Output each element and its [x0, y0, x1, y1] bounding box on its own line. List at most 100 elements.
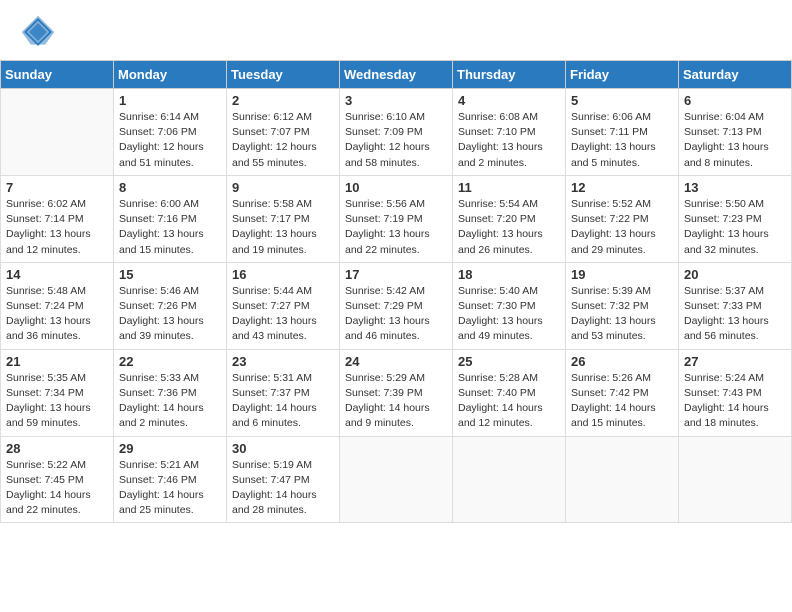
- day-number: 2: [232, 93, 334, 108]
- day-number: 25: [458, 354, 560, 369]
- logo-icon: [20, 14, 56, 50]
- weekday-header-thursday: Thursday: [453, 61, 566, 89]
- week-row-2: 7 Sunrise: 6:02 AM Sunset: 7:14 PM Daylig…: [1, 175, 792, 262]
- calendar-cell: 23 Sunrise: 5:31 AM Sunset: 7:37 PM Dayli…: [227, 349, 340, 436]
- day-number: 13: [684, 180, 786, 195]
- calendar-cell: 26 Sunrise: 5:26 AM Sunset: 7:42 PM Dayli…: [566, 349, 679, 436]
- day-number: 26: [571, 354, 673, 369]
- calendar-cell: 9 Sunrise: 5:58 AM Sunset: 7:17 PM Daylig…: [227, 175, 340, 262]
- day-number: 23: [232, 354, 334, 369]
- calendar-cell: 4 Sunrise: 6:08 AM Sunset: 7:10 PM Daylig…: [453, 89, 566, 176]
- day-info: Sunrise: 5:21 AM Sunset: 7:46 PM Dayligh…: [119, 458, 221, 519]
- calendar-cell: 7 Sunrise: 6:02 AM Sunset: 7:14 PM Daylig…: [1, 175, 114, 262]
- calendar-cell: 22 Sunrise: 5:33 AM Sunset: 7:36 PM Dayli…: [114, 349, 227, 436]
- day-info: Sunrise: 6:10 AM Sunset: 7:09 PM Dayligh…: [345, 110, 447, 171]
- day-info: Sunrise: 5:56 AM Sunset: 7:19 PM Dayligh…: [345, 197, 447, 258]
- calendar-cell: 27Sunrise: 5:24 AM Sunset: 7:43 PM Dayli…: [679, 349, 792, 436]
- page-header: [0, 0, 792, 56]
- day-info: Sunrise: 5:40 AM Sunset: 7:30 PM Dayligh…: [458, 284, 560, 345]
- week-row-3: 14 Sunrise: 5:48 AM Sunset: 7:24 PM Dayli…: [1, 262, 792, 349]
- day-number: 4: [458, 93, 560, 108]
- calendar-cell: 14 Sunrise: 5:48 AM Sunset: 7:24 PM Dayli…: [1, 262, 114, 349]
- calendar-cell: 11 Sunrise: 5:54 AM Sunset: 7:20 PM Dayli…: [453, 175, 566, 262]
- calendar-cell: 5 Sunrise: 6:06 AM Sunset: 7:11 PM Daylig…: [566, 89, 679, 176]
- day-number: 12: [571, 180, 673, 195]
- day-info: Sunrise: 5:48 AM Sunset: 7:24 PM Dayligh…: [6, 284, 108, 345]
- calendar-cell: 12 Sunrise: 5:52 AM Sunset: 7:22 PM Dayli…: [566, 175, 679, 262]
- calendar-cell: 18 Sunrise: 5:40 AM Sunset: 7:30 PM Dayli…: [453, 262, 566, 349]
- logo: [20, 14, 60, 50]
- day-number: 7: [6, 180, 108, 195]
- day-info: Sunrise: 5:37 AM Sunset: 7:33 PM Dayligh…: [684, 284, 786, 345]
- day-info: Sunrise: 6:06 AM Sunset: 7:11 PM Dayligh…: [571, 110, 673, 171]
- weekday-header-monday: Monday: [114, 61, 227, 89]
- calendar-cell: 21Sunrise: 5:35 AM Sunset: 7:34 PM Dayli…: [1, 349, 114, 436]
- calendar-cell: 3 Sunrise: 6:10 AM Sunset: 7:09 PM Daylig…: [340, 89, 453, 176]
- day-info: Sunrise: 5:58 AM Sunset: 7:17 PM Dayligh…: [232, 197, 334, 258]
- calendar-cell: 29 Sunrise: 5:21 AM Sunset: 7:46 PM Dayli…: [114, 436, 227, 523]
- day-number: 22: [119, 354, 221, 369]
- day-number: 8: [119, 180, 221, 195]
- day-info: Sunrise: 6:04 AM Sunset: 7:13 PM Dayligh…: [684, 110, 786, 171]
- weekday-header-row: SundayMondayTuesdayWednesdayThursdayFrid…: [1, 61, 792, 89]
- calendar-cell: 28Sunrise: 5:22 AM Sunset: 7:45 PM Dayli…: [1, 436, 114, 523]
- day-info: Sunrise: 6:12 AM Sunset: 7:07 PM Dayligh…: [232, 110, 334, 171]
- calendar-cell: 24Sunrise: 5:29 AM Sunset: 7:39 PM Dayli…: [340, 349, 453, 436]
- day-info: Sunrise: 5:42 AM Sunset: 7:29 PM Dayligh…: [345, 284, 447, 345]
- day-info: Sunrise: 5:46 AM Sunset: 7:26 PM Dayligh…: [119, 284, 221, 345]
- day-number: 30: [232, 441, 334, 456]
- day-number: 17: [345, 267, 447, 282]
- weekday-header-tuesday: Tuesday: [227, 61, 340, 89]
- day-number: 21: [6, 354, 108, 369]
- day-number: 29: [119, 441, 221, 456]
- calendar-cell: [340, 436, 453, 523]
- calendar-cell: 25Sunrise: 5:28 AM Sunset: 7:40 PM Dayli…: [453, 349, 566, 436]
- day-info: Sunrise: 5:50 AM Sunset: 7:23 PM Dayligh…: [684, 197, 786, 258]
- calendar-cell: 15Sunrise: 5:46 AM Sunset: 7:26 PM Dayli…: [114, 262, 227, 349]
- calendar-cell: [1, 89, 114, 176]
- day-number: 6: [684, 93, 786, 108]
- day-info: Sunrise: 5:33 AM Sunset: 7:36 PM Dayligh…: [119, 371, 221, 432]
- calendar-cell: 2 Sunrise: 6:12 AM Sunset: 7:07 PM Daylig…: [227, 89, 340, 176]
- day-info: Sunrise: 5:44 AM Sunset: 7:27 PM Dayligh…: [232, 284, 334, 345]
- day-number: 16: [232, 267, 334, 282]
- calendar-cell: [453, 436, 566, 523]
- day-number: 1: [119, 93, 221, 108]
- weekday-header-sunday: Sunday: [1, 61, 114, 89]
- weekday-header-friday: Friday: [566, 61, 679, 89]
- week-row-4: 21Sunrise: 5:35 AM Sunset: 7:34 PM Dayli…: [1, 349, 792, 436]
- day-number: 10: [345, 180, 447, 195]
- calendar-cell: 8 Sunrise: 6:00 AM Sunset: 7:16 PM Daylig…: [114, 175, 227, 262]
- day-number: 24: [345, 354, 447, 369]
- day-number: 3: [345, 93, 447, 108]
- week-row-1: 1Sunrise: 6:14 AM Sunset: 7:06 PM Daylig…: [1, 89, 792, 176]
- calendar-cell: [679, 436, 792, 523]
- day-number: 28: [6, 441, 108, 456]
- calendar-cell: 30Sunrise: 5:19 AM Sunset: 7:47 PM Dayli…: [227, 436, 340, 523]
- week-row-5: 28Sunrise: 5:22 AM Sunset: 7:45 PM Dayli…: [1, 436, 792, 523]
- calendar-cell: 16 Sunrise: 5:44 AM Sunset: 7:27 PM Dayli…: [227, 262, 340, 349]
- day-info: Sunrise: 5:31 AM Sunset: 7:37 PM Dayligh…: [232, 371, 334, 432]
- day-number: 19: [571, 267, 673, 282]
- calendar-cell: 10 Sunrise: 5:56 AM Sunset: 7:19 PM Dayli…: [340, 175, 453, 262]
- day-number: 27: [684, 354, 786, 369]
- day-info: Sunrise: 5:26 AM Sunset: 7:42 PM Dayligh…: [571, 371, 673, 432]
- day-info: Sunrise: 5:39 AM Sunset: 7:32 PM Dayligh…: [571, 284, 673, 345]
- day-number: 14: [6, 267, 108, 282]
- day-number: 11: [458, 180, 560, 195]
- day-number: 5: [571, 93, 673, 108]
- day-info: Sunrise: 5:52 AM Sunset: 7:22 PM Dayligh…: [571, 197, 673, 258]
- day-info: Sunrise: 5:54 AM Sunset: 7:20 PM Dayligh…: [458, 197, 560, 258]
- calendar-cell: 19 Sunrise: 5:39 AM Sunset: 7:32 PM Dayli…: [566, 262, 679, 349]
- calendar-cell: [566, 436, 679, 523]
- weekday-header-saturday: Saturday: [679, 61, 792, 89]
- calendar-cell: 1Sunrise: 6:14 AM Sunset: 7:06 PM Daylig…: [114, 89, 227, 176]
- day-number: 9: [232, 180, 334, 195]
- calendar-cell: 6 Sunrise: 6:04 AM Sunset: 7:13 PM Daylig…: [679, 89, 792, 176]
- day-info: Sunrise: 6:00 AM Sunset: 7:16 PM Dayligh…: [119, 197, 221, 258]
- day-info: Sunrise: 6:08 AM Sunset: 7:10 PM Dayligh…: [458, 110, 560, 171]
- calendar-cell: 13 Sunrise: 5:50 AM Sunset: 7:23 PM Dayli…: [679, 175, 792, 262]
- day-number: 18: [458, 267, 560, 282]
- day-number: 20: [684, 267, 786, 282]
- day-info: Sunrise: 6:02 AM Sunset: 7:14 PM Dayligh…: [6, 197, 108, 258]
